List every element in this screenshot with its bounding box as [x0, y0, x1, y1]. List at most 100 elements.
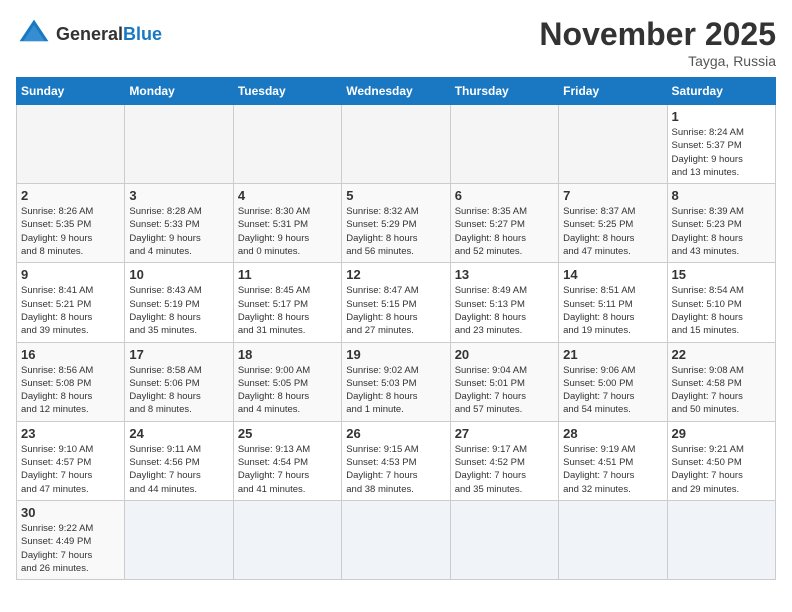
- day-number: 8: [672, 188, 771, 203]
- calendar-cell: 6 Sunrise: 8:35 AM Sunset: 5:27 PM Daylig…: [450, 184, 558, 263]
- day-info: Sunrise: 9:11 AM Sunset: 4:56 PM Dayligh…: [129, 443, 228, 496]
- day-number: 14: [563, 267, 662, 282]
- logo-text: GeneralBlue: [56, 24, 162, 45]
- calendar-cell: 24 Sunrise: 9:11 AM Sunset: 4:56 PM Dayli…: [125, 421, 233, 500]
- calendar-cell: 18Sunrise: 9:00 AM Sunset: 5:05 PM Dayli…: [233, 342, 341, 421]
- day-number: 24: [129, 426, 228, 441]
- day-info: Sunrise: 8:24 AM Sunset: 5:37 PM Dayligh…: [672, 126, 771, 179]
- calendar-cell: 9 Sunrise: 8:41 AM Sunset: 5:21 PM Daylig…: [17, 263, 125, 342]
- day-number: 29: [672, 426, 771, 441]
- calendar-cell: [233, 500, 341, 579]
- weekday-header-thursday: Thursday: [450, 78, 558, 105]
- calendar-cell: 23 Sunrise: 9:10 AM Sunset: 4:57 PM Dayli…: [17, 421, 125, 500]
- day-number: 30: [21, 505, 120, 520]
- calendar-cell: [559, 500, 667, 579]
- calendar-cell: 20 Sunrise: 9:04 AM Sunset: 5:01 PM Dayli…: [450, 342, 558, 421]
- day-number: 22: [672, 347, 771, 362]
- day-info: Sunrise: 8:35 AM Sunset: 5:27 PM Dayligh…: [455, 205, 554, 258]
- calendar-cell: 29 Sunrise: 9:21 AM Sunset: 4:50 PM Dayli…: [667, 421, 775, 500]
- day-info: Sunrise: 8:56 AM Sunset: 5:08 PM Dayligh…: [21, 364, 120, 417]
- day-number: 23: [21, 426, 120, 441]
- weekday-header-sunday: Sunday: [17, 78, 125, 105]
- day-info: Sunrise: 8:49 AM Sunset: 5:13 PM Dayligh…: [455, 284, 554, 337]
- calendar-cell: [342, 500, 450, 579]
- day-info: Sunrise: 8:43 AM Sunset: 5:19 PM Dayligh…: [129, 284, 228, 337]
- month-title: November 2025: [539, 16, 776, 53]
- title-block: November 2025 Tayga, Russia: [539, 16, 776, 69]
- day-number: 5: [346, 188, 445, 203]
- page-header: GeneralBlue November 2025 Tayga, Russia: [16, 16, 776, 69]
- calendar-cell: 3 Sunrise: 8:28 AM Sunset: 5:33 PM Daylig…: [125, 184, 233, 263]
- day-info: Sunrise: 8:30 AM Sunset: 5:31 PM Dayligh…: [238, 205, 337, 258]
- day-info: Sunrise: 9:13 AM Sunset: 4:54 PM Dayligh…: [238, 443, 337, 496]
- calendar-cell: 7Sunrise: 8:37 AM Sunset: 5:25 PM Daylig…: [559, 184, 667, 263]
- calendar-cell: 8 Sunrise: 8:39 AM Sunset: 5:23 PM Daylig…: [667, 184, 775, 263]
- calendar-cell: [342, 105, 450, 184]
- day-number: 10: [129, 267, 228, 282]
- day-info: Sunrise: 8:37 AM Sunset: 5:25 PM Dayligh…: [563, 205, 662, 258]
- day-info: Sunrise: 8:28 AM Sunset: 5:33 PM Dayligh…: [129, 205, 228, 258]
- day-number: 12: [346, 267, 445, 282]
- calendar-cell: [125, 500, 233, 579]
- day-info: Sunrise: 8:41 AM Sunset: 5:21 PM Dayligh…: [21, 284, 120, 337]
- calendar-cell: 27Sunrise: 9:17 AM Sunset: 4:52 PM Dayli…: [450, 421, 558, 500]
- day-info: Sunrise: 8:39 AM Sunset: 5:23 PM Dayligh…: [672, 205, 771, 258]
- calendar-cell: 5 Sunrise: 8:32 AM Sunset: 5:29 PM Daylig…: [342, 184, 450, 263]
- day-info: Sunrise: 9:04 AM Sunset: 5:01 PM Dayligh…: [455, 364, 554, 417]
- calendar-cell: 26Sunrise: 9:15 AM Sunset: 4:53 PM Dayli…: [342, 421, 450, 500]
- day-info: Sunrise: 8:45 AM Sunset: 5:17 PM Dayligh…: [238, 284, 337, 337]
- day-info: Sunrise: 9:06 AM Sunset: 5:00 PM Dayligh…: [563, 364, 662, 417]
- day-info: Sunrise: 8:47 AM Sunset: 5:15 PM Dayligh…: [346, 284, 445, 337]
- calendar-cell: [233, 105, 341, 184]
- day-info: Sunrise: 9:02 AM Sunset: 5:03 PM Dayligh…: [346, 364, 445, 417]
- day-number: 25: [238, 426, 337, 441]
- day-number: 21: [563, 347, 662, 362]
- calendar-week-3: 16 Sunrise: 8:56 AM Sunset: 5:08 PM Dayli…: [17, 342, 776, 421]
- day-number: 28: [563, 426, 662, 441]
- day-number: 16: [21, 347, 120, 362]
- weekday-header-tuesday: Tuesday: [233, 78, 341, 105]
- day-number: 6: [455, 188, 554, 203]
- weekday-header-saturday: Saturday: [667, 78, 775, 105]
- day-number: 1: [672, 109, 771, 124]
- calendar-cell: 22 Sunrise: 9:08 AM Sunset: 4:58 PM Dayli…: [667, 342, 775, 421]
- calendar-week-1: 2Sunrise: 8:26 AM Sunset: 5:35 PM Daylig…: [17, 184, 776, 263]
- day-number: 9: [21, 267, 120, 282]
- calendar-cell: 12 Sunrise: 8:47 AM Sunset: 5:15 PM Dayli…: [342, 263, 450, 342]
- day-number: 19: [346, 347, 445, 362]
- day-number: 20: [455, 347, 554, 362]
- day-info: Sunrise: 9:19 AM Sunset: 4:51 PM Dayligh…: [563, 443, 662, 496]
- day-number: 17: [129, 347, 228, 362]
- logo-icon: [16, 16, 52, 52]
- day-info: Sunrise: 8:58 AM Sunset: 5:06 PM Dayligh…: [129, 364, 228, 417]
- calendar-cell: [125, 105, 233, 184]
- day-info: Sunrise: 9:22 AM Sunset: 4:49 PM Dayligh…: [21, 522, 120, 575]
- calendar-cell: [17, 105, 125, 184]
- day-info: Sunrise: 9:21 AM Sunset: 4:50 PM Dayligh…: [672, 443, 771, 496]
- day-info: Sunrise: 8:32 AM Sunset: 5:29 PM Dayligh…: [346, 205, 445, 258]
- day-number: 18: [238, 347, 337, 362]
- calendar-cell: 10 Sunrise: 8:43 AM Sunset: 5:19 PM Dayli…: [125, 263, 233, 342]
- weekday-header-monday: Monday: [125, 78, 233, 105]
- calendar-cell: 17 Sunrise: 8:58 AM Sunset: 5:06 PM Dayli…: [125, 342, 233, 421]
- logo: GeneralBlue: [16, 16, 162, 52]
- calendar-cell: 16 Sunrise: 8:56 AM Sunset: 5:08 PM Dayli…: [17, 342, 125, 421]
- day-info: Sunrise: 8:54 AM Sunset: 5:10 PM Dayligh…: [672, 284, 771, 337]
- calendar-cell: 11 Sunrise: 8:45 AM Sunset: 5:17 PM Dayli…: [233, 263, 341, 342]
- calendar-table: SundayMondayTuesdayWednesdayThursdayFrid…: [16, 77, 776, 580]
- day-info: Sunrise: 9:15 AM Sunset: 4:53 PM Dayligh…: [346, 443, 445, 496]
- calendar-cell: 1 Sunrise: 8:24 AM Sunset: 5:37 PM Daylig…: [667, 105, 775, 184]
- calendar-cell: 28 Sunrise: 9:19 AM Sunset: 4:51 PM Dayli…: [559, 421, 667, 500]
- day-number: 11: [238, 267, 337, 282]
- calendar-cell: 19 Sunrise: 9:02 AM Sunset: 5:03 PM Dayli…: [342, 342, 450, 421]
- day-info: Sunrise: 9:10 AM Sunset: 4:57 PM Dayligh…: [21, 443, 120, 496]
- calendar-cell: 14Sunrise: 8:51 AM Sunset: 5:11 PM Dayli…: [559, 263, 667, 342]
- calendar-cell: 13Sunrise: 8:49 AM Sunset: 5:13 PM Dayli…: [450, 263, 558, 342]
- calendar-cell: [559, 105, 667, 184]
- day-number: 3: [129, 188, 228, 203]
- day-number: 4: [238, 188, 337, 203]
- day-info: Sunrise: 9:08 AM Sunset: 4:58 PM Dayligh…: [672, 364, 771, 417]
- calendar-cell: 25 Sunrise: 9:13 AM Sunset: 4:54 PM Dayli…: [233, 421, 341, 500]
- calendar-week-4: 23 Sunrise: 9:10 AM Sunset: 4:57 PM Dayli…: [17, 421, 776, 500]
- location: Tayga, Russia: [539, 53, 776, 69]
